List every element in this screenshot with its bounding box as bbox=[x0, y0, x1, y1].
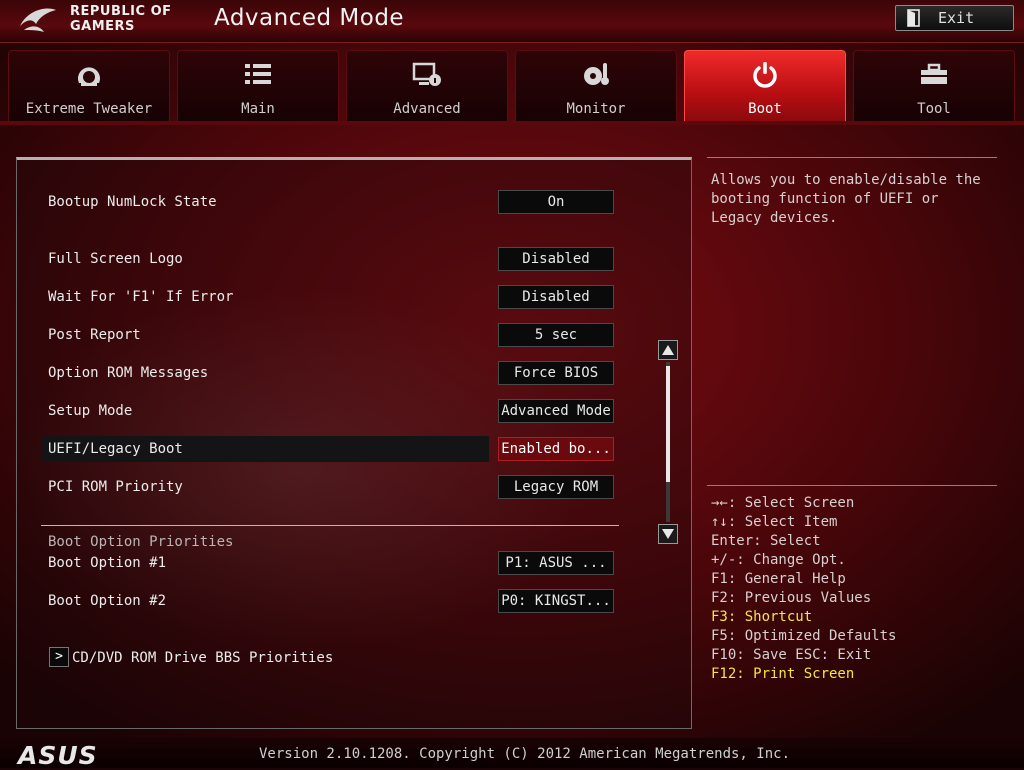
tab-label: Advanced bbox=[393, 101, 461, 117]
tab-monitor[interactable]: Monitor bbox=[515, 50, 677, 122]
setting-value-dropdown[interactable]: Disabled bbox=[498, 285, 614, 309]
tab-advanced[interactable]: Advanced bbox=[346, 50, 508, 122]
rog-wordmark-line2: GAMERS bbox=[70, 19, 135, 34]
setting-value-dropdown[interactable]: P1: ASUS ... bbox=[498, 551, 614, 575]
triangle-down-icon bbox=[662, 529, 674, 539]
setting-value-dropdown[interactable]: Force BIOS bbox=[498, 361, 614, 385]
setting-label: Full Screen Logo bbox=[48, 251, 183, 267]
setting-row-uefi-legacy-boot[interactable]: UEFI/Legacy Boot Enabled bo... bbox=[41, 436, 631, 463]
key-legend-item: ↑↓: Select Item bbox=[711, 514, 838, 530]
setting-row-bootup-numlock[interactable]: Bootup NumLock State On bbox=[41, 190, 631, 216]
setting-label: Setup Mode bbox=[48, 403, 133, 419]
tab-label: Tool bbox=[917, 101, 951, 117]
key-legend-item: F5: Optimized Defaults bbox=[711, 628, 897, 644]
scroll-down-button[interactable] bbox=[658, 524, 678, 544]
key-legend-item: F10: Save ESC: Exit bbox=[711, 647, 872, 663]
setting-row-setup-mode[interactable]: Setup Mode Advanced Mode bbox=[41, 399, 631, 425]
monitor-info-icon bbox=[412, 62, 441, 86]
list-icon bbox=[245, 64, 271, 84]
setting-label: PCI ROM Priority bbox=[48, 479, 183, 495]
thermometer-fan-icon bbox=[584, 63, 609, 85]
setting-row-wait-f1[interactable]: Wait For 'F1' If Error Disabled bbox=[41, 285, 631, 311]
exit-button[interactable]: Exit bbox=[895, 5, 1014, 31]
setting-row-full-screen-logo[interactable]: Full Screen Logo Disabled bbox=[41, 247, 631, 273]
tab-label: Extreme Tweaker bbox=[25, 101, 153, 117]
setting-value-dropdown[interactable]: Enabled bo... bbox=[498, 437, 614, 461]
tab-boot[interactable]: Boot bbox=[684, 50, 846, 122]
toolbox-icon bbox=[921, 63, 947, 84]
submenu-cd-dvd-bbs-priorities[interactable]: CD/DVD ROM Drive BBS Priorities bbox=[72, 650, 333, 666]
setting-value-dropdown[interactable]: P0: KINGST... bbox=[498, 589, 614, 613]
tab-bar: Extreme Tweaker Main Advanced Monitor Bo… bbox=[8, 50, 1016, 122]
rog-wordmark-line1: REPUBLIC OF bbox=[70, 4, 172, 19]
key-legend-item: →←: Select Screen bbox=[711, 495, 855, 511]
setting-value-dropdown[interactable]: Advanced Mode bbox=[498, 399, 614, 423]
scrollbar-thumb[interactable] bbox=[666, 366, 670, 482]
scroll-up-button[interactable] bbox=[658, 340, 678, 360]
gauge-icon bbox=[78, 67, 100, 86]
key-legend-item-shortcut[interactable]: F3: Shortcut bbox=[711, 608, 896, 627]
setting-label: Bootup NumLock State bbox=[48, 194, 217, 210]
key-legend-item: +/-: Change Opt. bbox=[711, 552, 846, 568]
section-divider bbox=[41, 525, 619, 526]
key-legend-item: F2: Previous Values bbox=[711, 590, 872, 606]
tab-label: Monitor bbox=[566, 101, 626, 117]
tab-label: Boot bbox=[748, 101, 782, 117]
rog-eye-logo-icon bbox=[20, 8, 56, 32]
setting-value-dropdown[interactable]: Legacy ROM bbox=[498, 475, 614, 499]
setting-value-dropdown[interactable]: On bbox=[498, 190, 614, 214]
key-legend: →←: Select Screen ↑↓: Select Item Enter:… bbox=[711, 494, 896, 684]
header-bar: REPUBLIC OF GAMERS Advanced Mode Exit bbox=[0, 0, 1024, 43]
setting-label: Option ROM Messages bbox=[48, 365, 209, 381]
setting-row-boot-option-1[interactable]: Boot Option #1 P1: ASUS ... bbox=[41, 551, 631, 577]
asus-logo: ASUS bbox=[18, 741, 98, 770]
tab-main[interactable]: Main bbox=[177, 50, 339, 122]
setting-label: UEFI/Legacy Boot bbox=[48, 441, 183, 457]
setting-label: Boot Option #2 bbox=[48, 593, 167, 609]
settings-panel: Bootup NumLock State On Full Screen Logo… bbox=[16, 157, 692, 729]
setting-label: Wait For 'F1' If Error bbox=[48, 289, 234, 305]
tab-tool[interactable]: Tool bbox=[853, 50, 1015, 122]
exit-button-label: Exit bbox=[938, 9, 975, 27]
setting-value-dropdown[interactable]: 5 sec bbox=[498, 323, 614, 347]
setting-row-option-rom-messages[interactable]: Option ROM Messages Force BIOS bbox=[41, 361, 631, 387]
help-description: Allows you to enable/disable the booting… bbox=[711, 172, 981, 226]
tab-label: Main bbox=[241, 101, 275, 117]
help-divider-top bbox=[707, 157, 997, 158]
tab-strip-line bbox=[0, 121, 1024, 125]
power-icon bbox=[753, 62, 777, 88]
setting-value-dropdown[interactable]: Disabled bbox=[498, 247, 614, 271]
version-copyright-text: Version 2.10.1208. Copyright (C) 2012 Am… bbox=[259, 746, 791, 762]
setting-row-boot-option-2[interactable]: Boot Option #2 P0: KINGST... bbox=[41, 589, 631, 615]
help-divider-mid bbox=[707, 485, 997, 486]
mode-title: Advanced Mode bbox=[214, 5, 405, 31]
setting-row-pci-rom-priority[interactable]: PCI ROM Priority Legacy ROM bbox=[41, 475, 631, 501]
triangle-up-icon bbox=[662, 345, 674, 355]
rog-wordmark: REPUBLIC OF GAMERS bbox=[70, 4, 172, 34]
setting-label: Boot Option #1 bbox=[48, 555, 167, 571]
exit-door-icon bbox=[907, 9, 920, 27]
setting-label: Post Report bbox=[48, 327, 141, 343]
tab-extreme-tweaker[interactable]: Extreme Tweaker bbox=[8, 50, 170, 122]
key-legend-item: Enter: Select bbox=[711, 533, 821, 549]
key-legend-item-print-screen[interactable]: F12: Print Screen bbox=[711, 665, 896, 684]
submenu-arrow-icon[interactable]: > bbox=[49, 647, 69, 667]
key-legend-item: F1: General Help bbox=[711, 571, 846, 587]
section-header-boot-priorities: Boot Option Priorities bbox=[48, 534, 234, 550]
setting-row-post-report[interactable]: Post Report 5 sec bbox=[41, 323, 631, 349]
